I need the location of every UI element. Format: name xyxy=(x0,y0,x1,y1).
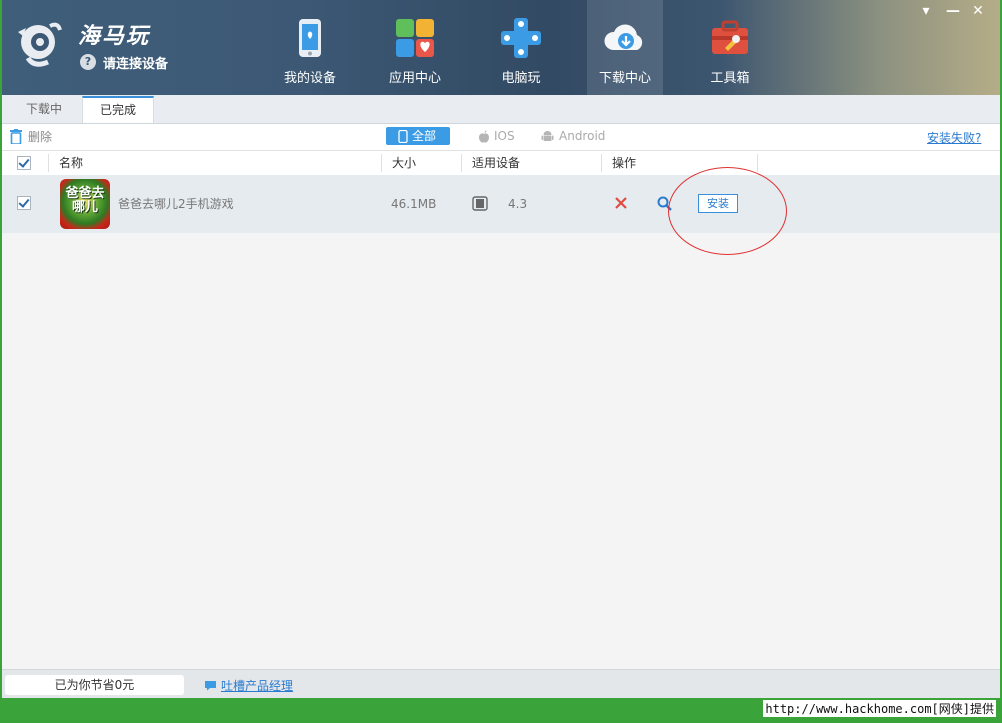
annotation-circle xyxy=(668,167,787,255)
table-row[interactable]: 爸爸去哪儿 爸爸去哪儿2手机游戏 46.1MB 4.3 安装 xyxy=(2,175,1000,233)
gamepad-icon xyxy=(501,18,541,58)
table-header: 名称 大小 适用设备 操作 xyxy=(2,150,1000,176)
tab-completed[interactable]: 已完成 xyxy=(82,96,154,123)
device-icon xyxy=(472,196,488,211)
nav-app-center[interactable]: 应用中心 xyxy=(377,0,453,95)
device-version-cell: 4.3 xyxy=(508,197,528,211)
help-icon: ? xyxy=(80,54,96,70)
app-window: 海马玩 ? 请连接设备 我的设备 应用中心 电脑玩 下载中心 工具箱 ▾ — ✕… xyxy=(2,0,1000,698)
app-name-cell: 爸爸去哪儿2手机游戏 xyxy=(118,197,234,211)
nav-my-device[interactable]: 我的设备 xyxy=(272,0,348,95)
install-failed-link[interactable]: 安装失败? xyxy=(927,129,981,146)
phone-icon xyxy=(398,129,408,143)
seahorse-logo-icon xyxy=(18,22,62,67)
app-icon: 爸爸去哪儿 xyxy=(60,179,110,229)
android-icon xyxy=(541,130,554,141)
column-header-device[interactable]: 适用设备 xyxy=(472,151,520,175)
nav-pc-play[interactable]: 电脑玩 xyxy=(483,0,559,95)
filter-all[interactable]: 全部 xyxy=(386,127,451,145)
saved-amount-text: 已为你节省0元 xyxy=(5,675,184,695)
delete-x-icon[interactable] xyxy=(614,196,628,210)
delete-label: 删除 xyxy=(28,130,53,144)
connect-device-link[interactable]: ? 请连接设备 xyxy=(80,52,168,72)
close-window-button[interactable]: ✕ xyxy=(968,3,988,19)
delete-button[interactable]: 删除 xyxy=(10,128,52,145)
app-name: 海马玩 xyxy=(78,24,151,49)
select-all-checkbox[interactable] xyxy=(17,156,31,170)
app-grid-icon xyxy=(396,19,434,57)
toolbar: 删除 全部 IOS Android 安装失败? xyxy=(2,124,1000,150)
nav-download-center[interactable]: 下载中心 xyxy=(587,0,663,95)
tab-downloading[interactable]: 下载中 xyxy=(6,97,82,122)
toolbox-icon xyxy=(712,20,748,54)
app-size-cell: 46.1MB xyxy=(391,197,437,211)
status-bar: 已为你节省0元 吐槽产品经理 xyxy=(2,669,1000,698)
cloud-download-icon xyxy=(604,24,643,50)
feedback-link[interactable]: 吐槽产品经理 xyxy=(204,677,293,694)
column-header-actions: 操作 xyxy=(612,156,637,170)
trash-icon xyxy=(10,129,22,144)
header-bar: 海马玩 ? 请连接设备 我的设备 应用中心 电脑玩 下载中心 工具箱 ▾ — ✕ xyxy=(2,0,1000,95)
column-header-size[interactable]: 大小 xyxy=(392,151,416,175)
nav-toolbox[interactable]: 工具箱 xyxy=(692,0,768,95)
filter-android[interactable]: Android xyxy=(541,127,605,145)
minimize-button[interactable]: — xyxy=(943,3,963,19)
chat-bubble-icon xyxy=(205,681,216,691)
phone-icon xyxy=(299,19,321,57)
column-header-name[interactable]: 名称 xyxy=(59,151,83,175)
connect-device-label: 请连接设备 xyxy=(103,56,169,72)
watermark: http://www.hackhome.com[网侠]提供 xyxy=(763,700,996,717)
download-tabs: 下载中 已完成 xyxy=(2,95,1000,124)
apple-icon xyxy=(479,129,489,143)
row-checkbox[interactable] xyxy=(17,196,31,210)
filter-ios[interactable]: IOS xyxy=(478,127,515,145)
menu-dropdown-button[interactable]: ▾ xyxy=(916,3,936,19)
